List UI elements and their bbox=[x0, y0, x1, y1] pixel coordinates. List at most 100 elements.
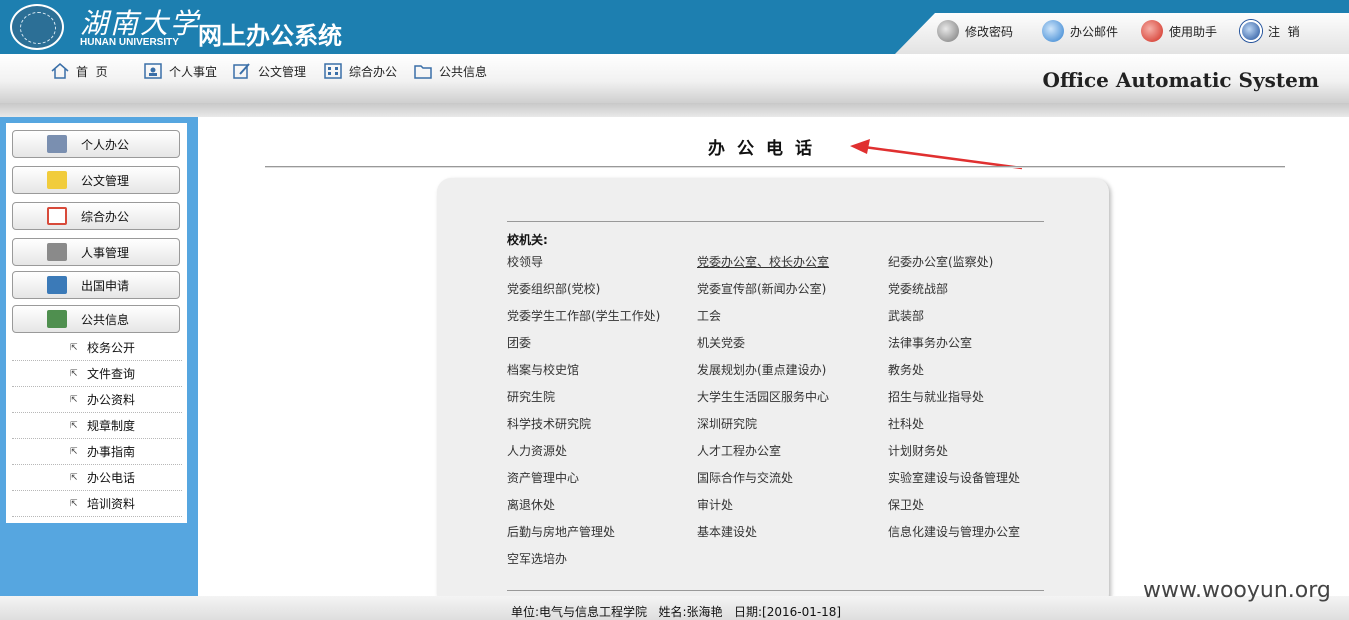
department-link[interactable]: 工会 bbox=[697, 307, 721, 324]
sidebar-btn-label: 公文管理 bbox=[81, 173, 130, 188]
department-link[interactable]: 武装部 bbox=[888, 307, 924, 324]
department-link[interactable]: 纪委办公室(监察处) bbox=[888, 253, 993, 270]
arrow-icon: ⇱ bbox=[70, 472, 78, 483]
sidebar-menu-panel: 个人办公 公文管理 综合办公 人事管理 出国申请 公共信息 ⇱ 校务公开 ⇱ 文 bbox=[6, 123, 187, 523]
sidebar-btn-label: 公共信息 bbox=[81, 312, 130, 327]
sidebar-sub-label: 办公电话 bbox=[87, 471, 136, 485]
nav-document-management[interactable]: 公文管理 bbox=[232, 62, 306, 80]
sidebar-sub-label: 校务公开 bbox=[87, 341, 136, 355]
department-link[interactable]: 国际合作与交流处 bbox=[697, 469, 793, 486]
arrow-icon: ⇱ bbox=[70, 420, 78, 431]
university-english-name: HUNAN UNIVERSITY bbox=[80, 37, 179, 48]
sidebar-sub-school-affairs[interactable]: ⇱ 校务公开 bbox=[12, 335, 182, 361]
department-link[interactable]: 空军选培办 bbox=[507, 550, 567, 567]
note-icon bbox=[47, 171, 67, 189]
sidebar-sub-label: 办公资料 bbox=[87, 393, 136, 407]
section-heading: 校机关: bbox=[507, 233, 548, 247]
home-icon bbox=[51, 63, 69, 79]
key-icon bbox=[937, 20, 959, 42]
brand-text: Office Automatic System bbox=[1042, 68, 1319, 92]
nav-general-office[interactable]: 综合办公 bbox=[323, 62, 397, 80]
department-link[interactable]: 社科处 bbox=[888, 415, 924, 432]
department-link[interactable]: 基本建设处 bbox=[697, 523, 757, 540]
department-link[interactable]: 教务处 bbox=[888, 361, 924, 378]
department-link[interactable]: 档案与校史馆 bbox=[507, 361, 579, 378]
department-link[interactable]: 招生与就业指导处 bbox=[888, 388, 984, 405]
folder-icon bbox=[414, 65, 432, 79]
sidebar-sub-training[interactable]: ⇱ 培训资料 bbox=[12, 491, 182, 517]
sidebar-btn-personal-office[interactable]: 个人办公 bbox=[12, 130, 180, 158]
arrow-icon: ⇱ bbox=[70, 446, 78, 457]
id-card-icon bbox=[47, 135, 67, 153]
nav-public-info-label: 公共信息 bbox=[439, 64, 488, 79]
department-link[interactable]: 离退休处 bbox=[507, 496, 555, 513]
sidebar-sub-office-materials[interactable]: ⇱ 办公资料 bbox=[12, 387, 182, 413]
department-link[interactable]: 党委统战部 bbox=[888, 280, 948, 297]
office-mail-link[interactable]: 办公邮件 bbox=[1042, 20, 1118, 42]
nav-personal-affairs[interactable]: 个人事宜 bbox=[143, 62, 217, 80]
sidebar-btn-public-info[interactable]: 公共信息 bbox=[12, 305, 180, 333]
sidebar-btn-label: 综合办公 bbox=[81, 209, 130, 224]
department-link[interactable]: 发展规划办(重点建设办) bbox=[697, 361, 826, 378]
card-bottom-divider bbox=[507, 590, 1044, 591]
sidebar-sub-regulations[interactable]: ⇱ 规章制度 bbox=[12, 413, 182, 439]
department-link[interactable]: 实验室建设与设备管理处 bbox=[888, 469, 1020, 486]
department-link[interactable]: 科学技术研究院 bbox=[507, 415, 591, 432]
title-divider bbox=[265, 166, 1285, 168]
department-link[interactable]: 党委宣传部(新闻办公室) bbox=[697, 280, 826, 297]
power-icon bbox=[1240, 20, 1262, 42]
mail-icon bbox=[1042, 20, 1064, 42]
help-assistant-link[interactable]: 使用助手 bbox=[1141, 20, 1217, 42]
university-seal-logo bbox=[10, 4, 64, 50]
sidebar-btn-overseas-application[interactable]: 出国申请 bbox=[12, 271, 180, 299]
book-icon bbox=[47, 310, 67, 328]
university-name-logo: 湖南大学 bbox=[80, 7, 201, 40]
department-link[interactable]: 信息化建设与管理办公室 bbox=[888, 523, 1020, 540]
sidebar-btn-document-management[interactable]: 公文管理 bbox=[12, 166, 180, 194]
card-top-divider bbox=[507, 221, 1044, 222]
department-link[interactable]: 资产管理中心 bbox=[507, 469, 579, 486]
nav-personal-affairs-label: 个人事宜 bbox=[169, 64, 218, 79]
top-navigation: 首 页 个人事宜 公文管理 综合办公 公共信息 Office Automatic… bbox=[0, 54, 1349, 103]
department-link[interactable]: 深圳研究院 bbox=[697, 415, 757, 432]
change-password-link[interactable]: 修改密码 bbox=[937, 20, 1013, 42]
department-link[interactable]: 校领导 bbox=[507, 253, 543, 270]
system-title: 网上办公系统 bbox=[198, 22, 342, 50]
department-link[interactable]: 党委组织部(党校) bbox=[507, 280, 600, 297]
department-link[interactable]: 保卫处 bbox=[888, 496, 924, 513]
help-assistant-label: 使用助手 bbox=[1169, 24, 1218, 39]
department-link[interactable]: 机关党委 bbox=[697, 334, 745, 351]
department-link[interactable]: 人力资源处 bbox=[507, 442, 567, 459]
department-link[interactable]: 人才工程办公室 bbox=[697, 442, 781, 459]
sidebar-btn-general-office[interactable]: 综合办公 bbox=[12, 202, 180, 230]
department-link[interactable]: 党委办公室、校长办公室 bbox=[697, 253, 829, 270]
arrow-icon: ⇱ bbox=[70, 342, 78, 353]
department-link[interactable]: 后勤与房地产管理处 bbox=[507, 523, 615, 540]
department-link[interactable]: 审计处 bbox=[697, 496, 733, 513]
sidebar-sub-file-search[interactable]: ⇱ 文件查询 bbox=[12, 361, 182, 387]
department-link[interactable]: 法律事务办公室 bbox=[888, 334, 972, 351]
utility-toolbar: 修改密码 办公邮件 使用助手 注 销 bbox=[895, 13, 1349, 54]
sidebar-btn-label: 人事管理 bbox=[81, 245, 130, 260]
arrow-icon: ⇱ bbox=[70, 394, 78, 405]
help-icon bbox=[1141, 20, 1163, 42]
office-mail-label: 办公邮件 bbox=[1070, 24, 1119, 39]
department-link[interactable]: 研究生院 bbox=[507, 388, 555, 405]
nav-public-info[interactable]: 公共信息 bbox=[413, 62, 487, 80]
department-link[interactable]: 党委学生工作部(学生工作处) bbox=[507, 307, 660, 324]
nav-home[interactable]: 首 页 bbox=[50, 62, 108, 80]
department-link[interactable]: 团委 bbox=[507, 334, 531, 351]
department-link[interactable]: 计划财务处 bbox=[888, 442, 948, 459]
sidebar-sub-guides[interactable]: ⇱ 办事指南 bbox=[12, 439, 182, 465]
watermark: www.wooyun.org bbox=[1143, 578, 1331, 603]
sidebar: 个人办公 公文管理 综合办公 人事管理 出国申请 公共信息 ⇱ 校务公开 ⇱ 文 bbox=[0, 117, 198, 596]
sidebar-sub-label: 办事指南 bbox=[87, 445, 136, 459]
sidebar-sub-label: 培训资料 bbox=[87, 497, 136, 511]
logout-link[interactable]: 注 销 bbox=[1240, 20, 1300, 42]
arrow-icon: ⇱ bbox=[70, 498, 78, 509]
logout-label: 注 销 bbox=[1268, 24, 1300, 39]
department-link[interactable]: 大学生生活园区服务中心 bbox=[697, 388, 829, 405]
sidebar-btn-hr-management[interactable]: 人事管理 bbox=[12, 238, 180, 266]
nav-bottom-strip bbox=[0, 103, 1349, 117]
sidebar-sub-office-phone[interactable]: ⇱ 办公电话 bbox=[12, 465, 182, 491]
